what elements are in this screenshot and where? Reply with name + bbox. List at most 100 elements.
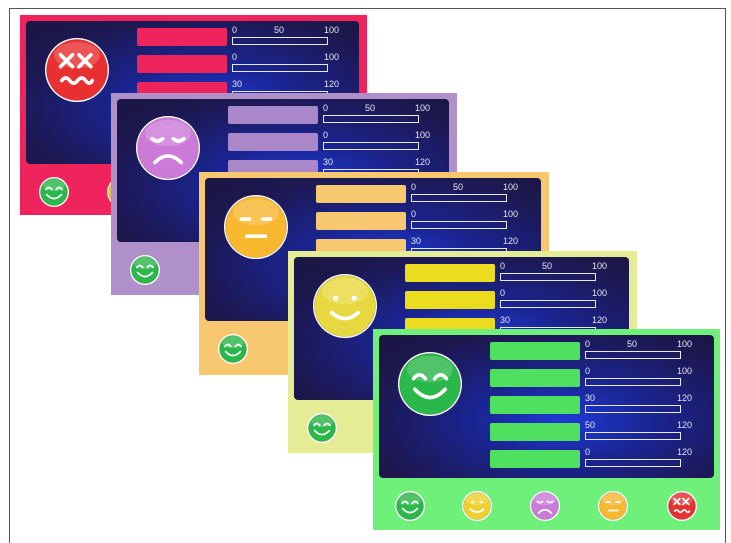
range-track	[500, 273, 596, 281]
range-scale: 0 100	[232, 52, 339, 74]
happy-face-icon	[306, 412, 338, 444]
mood-button-happy-face[interactable]	[306, 412, 338, 444]
scale-max-label: 120	[415, 157, 431, 167]
range-scale: 0 100	[411, 209, 518, 231]
neutral-face-icon	[597, 490, 629, 522]
range-scale: 0 120	[585, 447, 692, 469]
scale-min-label: 0	[323, 130, 329, 140]
scale-min-label: 30	[585, 393, 596, 403]
range-track	[585, 405, 681, 413]
range-track	[585, 459, 681, 467]
scale-min-label: 0	[232, 52, 238, 62]
scale-max-label: 120	[324, 79, 340, 89]
scale-mid-label: 50	[453, 182, 464, 192]
mood-button-happy-face[interactable]	[217, 333, 249, 365]
scale-max-label: 100	[415, 103, 431, 113]
scale-min-label: 0	[323, 103, 329, 113]
range-scale: 0 50 100	[500, 261, 607, 283]
level-bar	[490, 396, 580, 414]
mood-button-happy-face[interactable]	[38, 176, 70, 208]
level-bar	[490, 450, 580, 468]
scale-max-label: 100	[415, 130, 431, 140]
scale-max-label: 100	[503, 209, 519, 219]
level-bar	[405, 264, 495, 282]
happy-face-icon	[129, 254, 161, 286]
level-bar	[490, 423, 580, 441]
scale-max-label: 100	[592, 261, 608, 271]
scale-mid-label: 50	[542, 261, 553, 271]
smile-face-icon	[312, 273, 378, 339]
scale-max-label: 100	[324, 52, 340, 62]
happy-face-icon	[38, 176, 70, 208]
scale-min-label: 30	[500, 315, 511, 325]
level-bar	[316, 212, 406, 230]
range-scale: 0 50 100	[585, 339, 692, 361]
scale-max-label: 100	[324, 25, 340, 35]
range-track	[232, 64, 328, 72]
range-track	[411, 194, 507, 202]
scale-min-label: 0	[500, 288, 506, 298]
mood-card-happy: 0 50 100 0 100 30 120 50 120 0 120	[373, 329, 720, 530]
scale-max-label: 120	[677, 393, 693, 403]
range-track	[585, 378, 681, 386]
range-scale: 0 50 100	[323, 103, 430, 125]
range-scale: 0 50 100	[232, 25, 339, 47]
range-track	[411, 221, 507, 229]
scale-min-label: 0	[500, 261, 506, 271]
scale-min-label: 0	[411, 182, 417, 192]
frown-face-icon	[529, 490, 561, 522]
scale-max-label: 120	[592, 315, 608, 325]
happy-face-icon	[217, 333, 249, 365]
scale-min-label: 0	[411, 209, 417, 219]
level-bar	[405, 291, 495, 309]
range-scale: 30 120	[585, 393, 692, 415]
scale-min-label: 0	[585, 366, 591, 376]
range-scale: 50 120	[585, 420, 692, 442]
scale-min-label: 0	[585, 339, 591, 349]
level-bar	[490, 369, 580, 387]
scale-mid-label: 50	[627, 339, 638, 349]
scale-max-label: 120	[677, 420, 693, 430]
smile-face-icon	[461, 490, 493, 522]
dizzy-face-icon	[666, 490, 698, 522]
mood-button-smile-face[interactable]	[461, 490, 493, 522]
scale-max-label: 100	[677, 366, 693, 376]
range-scale: 0 100	[500, 288, 607, 310]
range-scale: 0 100	[585, 366, 692, 388]
range-track	[232, 37, 328, 45]
happy-face-icon	[394, 490, 426, 522]
scale-min-label: 50	[585, 420, 596, 430]
display-panel: 0 50 100 0 100 30 120 50 120 0 120	[379, 335, 714, 478]
scale-mid-label: 50	[274, 25, 285, 35]
neutral-face-icon	[223, 194, 289, 260]
range-track	[500, 300, 596, 308]
scale-max-label: 120	[503, 236, 519, 246]
scale-min-label: 30	[232, 79, 243, 89]
happy-face-icon	[397, 351, 463, 417]
scale-max-label: 100	[592, 288, 608, 298]
range-scale: 0 50 100	[411, 182, 518, 204]
range-track	[323, 142, 419, 150]
frown-face-icon	[135, 115, 201, 181]
range-scale: 0 100	[323, 130, 430, 152]
mood-button-happy-face[interactable]	[394, 490, 426, 522]
scale-mid-label: 50	[365, 103, 376, 113]
level-bar	[316, 185, 406, 203]
mood-button-happy-face[interactable]	[129, 254, 161, 286]
mood-button-frown-face[interactable]	[529, 490, 561, 522]
scale-max-label: 100	[677, 339, 693, 349]
scale-min-label: 30	[411, 236, 422, 246]
level-bar	[228, 106, 318, 124]
scale-min-label: 30	[323, 157, 334, 167]
mood-button-neutral-face[interactable]	[597, 490, 629, 522]
level-bar	[228, 133, 318, 151]
scale-max-label: 100	[503, 182, 519, 192]
level-bar	[137, 28, 227, 46]
range-track	[585, 351, 681, 359]
level-bar	[137, 55, 227, 73]
scale-min-label: 0	[232, 25, 238, 35]
mood-button-dizzy-face[interactable]	[666, 490, 698, 522]
range-track	[585, 432, 681, 440]
level-bar	[490, 342, 580, 360]
dizzy-face-icon	[44, 37, 110, 103]
